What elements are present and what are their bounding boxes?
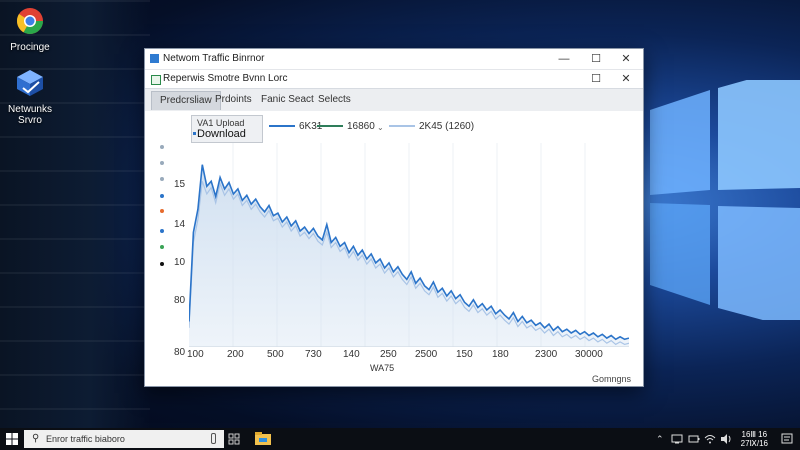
legend-download-label: Download (197, 128, 246, 140)
legend-series-2: 16860 (317, 121, 375, 132)
side-marker (160, 245, 164, 249)
legend-series-label: 16860 (347, 121, 375, 132)
desktop-icon-label: Netwunks Srvro (8, 104, 52, 126)
network-server-icon (17, 70, 43, 96)
inner-maximize-button[interactable]: ☐ (581, 70, 611, 88)
side-marker (160, 145, 164, 149)
microphone-icon[interactable] (211, 433, 216, 444)
inner-window-title: Reperwis Smotre Bvnn Lorc (163, 73, 288, 84)
tab-selects[interactable]: Selects (310, 91, 359, 109)
y-tick-label: 10 (174, 257, 186, 268)
server-rack-background (0, 0, 150, 428)
traffic-chart-panel: VA1 Upload Download 6K31 16860 ⌄ 2K45 (1… (145, 111, 643, 386)
tab-prdoints[interactable]: Prdoints (207, 91, 260, 109)
notifications-icon[interactable] (780, 432, 794, 446)
legend-series-1: 6K31 (269, 121, 322, 132)
x-tick-label: 2300 (535, 349, 558, 360)
x-tick-label: 100 (187, 349, 204, 360)
network-icon[interactable] (671, 434, 683, 444)
legend-series-label: 2K45 (1260) (419, 121, 475, 132)
x-tick-label: 200 (227, 349, 244, 360)
network-traffic-window: Netwom Traffic Binrnor — ☐ ✕ Reperwis Sm… (144, 48, 644, 387)
x-tick-label: 250 (380, 349, 397, 360)
status-text: Gomngns (591, 374, 631, 384)
side-marker (160, 177, 164, 181)
legend-series-3: 2K45 (1260) (389, 121, 474, 132)
file-explorer-icon[interactable] (254, 431, 272, 447)
x-tick-label: 500 (267, 349, 284, 360)
close-button[interactable]: ✕ (611, 49, 641, 69)
x-tick-label: 30000 (575, 349, 603, 360)
side-marker (160, 161, 164, 165)
y-tick-label: 80 (174, 347, 186, 358)
side-marker (160, 194, 164, 198)
windows-start-icon[interactable] (6, 433, 18, 445)
legend-upload-label: VA1 Upload (197, 118, 245, 128)
system-clock[interactable]: 16Ⅲ 16 27Ⅸ/16 (741, 430, 768, 448)
x-tick-label: 2500 (415, 349, 438, 360)
clock-date: 27Ⅸ/16 (740, 439, 768, 448)
wifi-icon[interactable] (704, 433, 716, 445)
y-tick-label: 80 (174, 295, 186, 306)
desktop-icon-network-server[interactable]: Netwunks Srvro (0, 68, 60, 126)
taskbar: ⚲ Enror traffic biaboro ⌃ 16Ⅲ 16 27Ⅸ/16 (0, 428, 800, 450)
inner-titlebar[interactable]: Reperwis Smotre Bvnn Lorc ☐ ✕ (145, 70, 643, 89)
window-title: Netwom Traffic Binrnor (163, 53, 265, 64)
x-tick-label: 140 (343, 349, 360, 360)
windows-logo-wallpaper (650, 80, 800, 320)
maximize-button[interactable]: ☐ (581, 49, 611, 69)
inner-close-button[interactable]: ✕ (611, 70, 641, 88)
legend-swatch (193, 132, 196, 135)
traffic-area-chart (189, 143, 629, 347)
y-tick-label: 15 (174, 179, 186, 190)
desktop-icon-procinge[interactable]: Procinge (0, 6, 60, 53)
report-icon (151, 75, 161, 85)
battery-icon[interactable] (688, 434, 700, 444)
volume-icon[interactable] (720, 433, 732, 445)
side-marker (160, 262, 164, 266)
clock-time: 16Ⅲ 16 (741, 430, 768, 439)
chevron-down-icon[interactable]: ⌄ (377, 123, 384, 132)
taskbar-search-box[interactable]: ⚲ Enror traffic biaboro (24, 430, 224, 448)
app-icon (150, 54, 159, 63)
desktop: Procinge Netwunks Srvro Netwom Traffic B… (0, 0, 800, 450)
task-view-icon[interactable] (228, 432, 240, 446)
x-tick-label: 180 (492, 349, 509, 360)
desktop-icon-label: Procinge (10, 42, 50, 53)
search-icon: ⚲ (32, 433, 40, 444)
side-marker (160, 209, 164, 213)
x-tick-label: 150 (456, 349, 473, 360)
legend-box[interactable]: VA1 Upload Download (191, 115, 263, 143)
y-tick-label: 14 (174, 219, 186, 230)
search-text: Enror traffic biaboro (46, 434, 125, 444)
window-titlebar[interactable]: Netwom Traffic Binrnor — ☐ ✕ (145, 49, 643, 70)
x-axis-label: WA75 (370, 363, 395, 373)
side-marker (160, 229, 164, 233)
tray-chevron-icon[interactable]: ⌃ (656, 434, 664, 445)
tab-bar: Predcrsliaw Prdoints Fanic Seact Selects (145, 89, 643, 112)
minimize-button[interactable]: — (549, 49, 579, 69)
chrome-icon (16, 8, 44, 35)
x-tick-label: 730 (305, 349, 322, 360)
